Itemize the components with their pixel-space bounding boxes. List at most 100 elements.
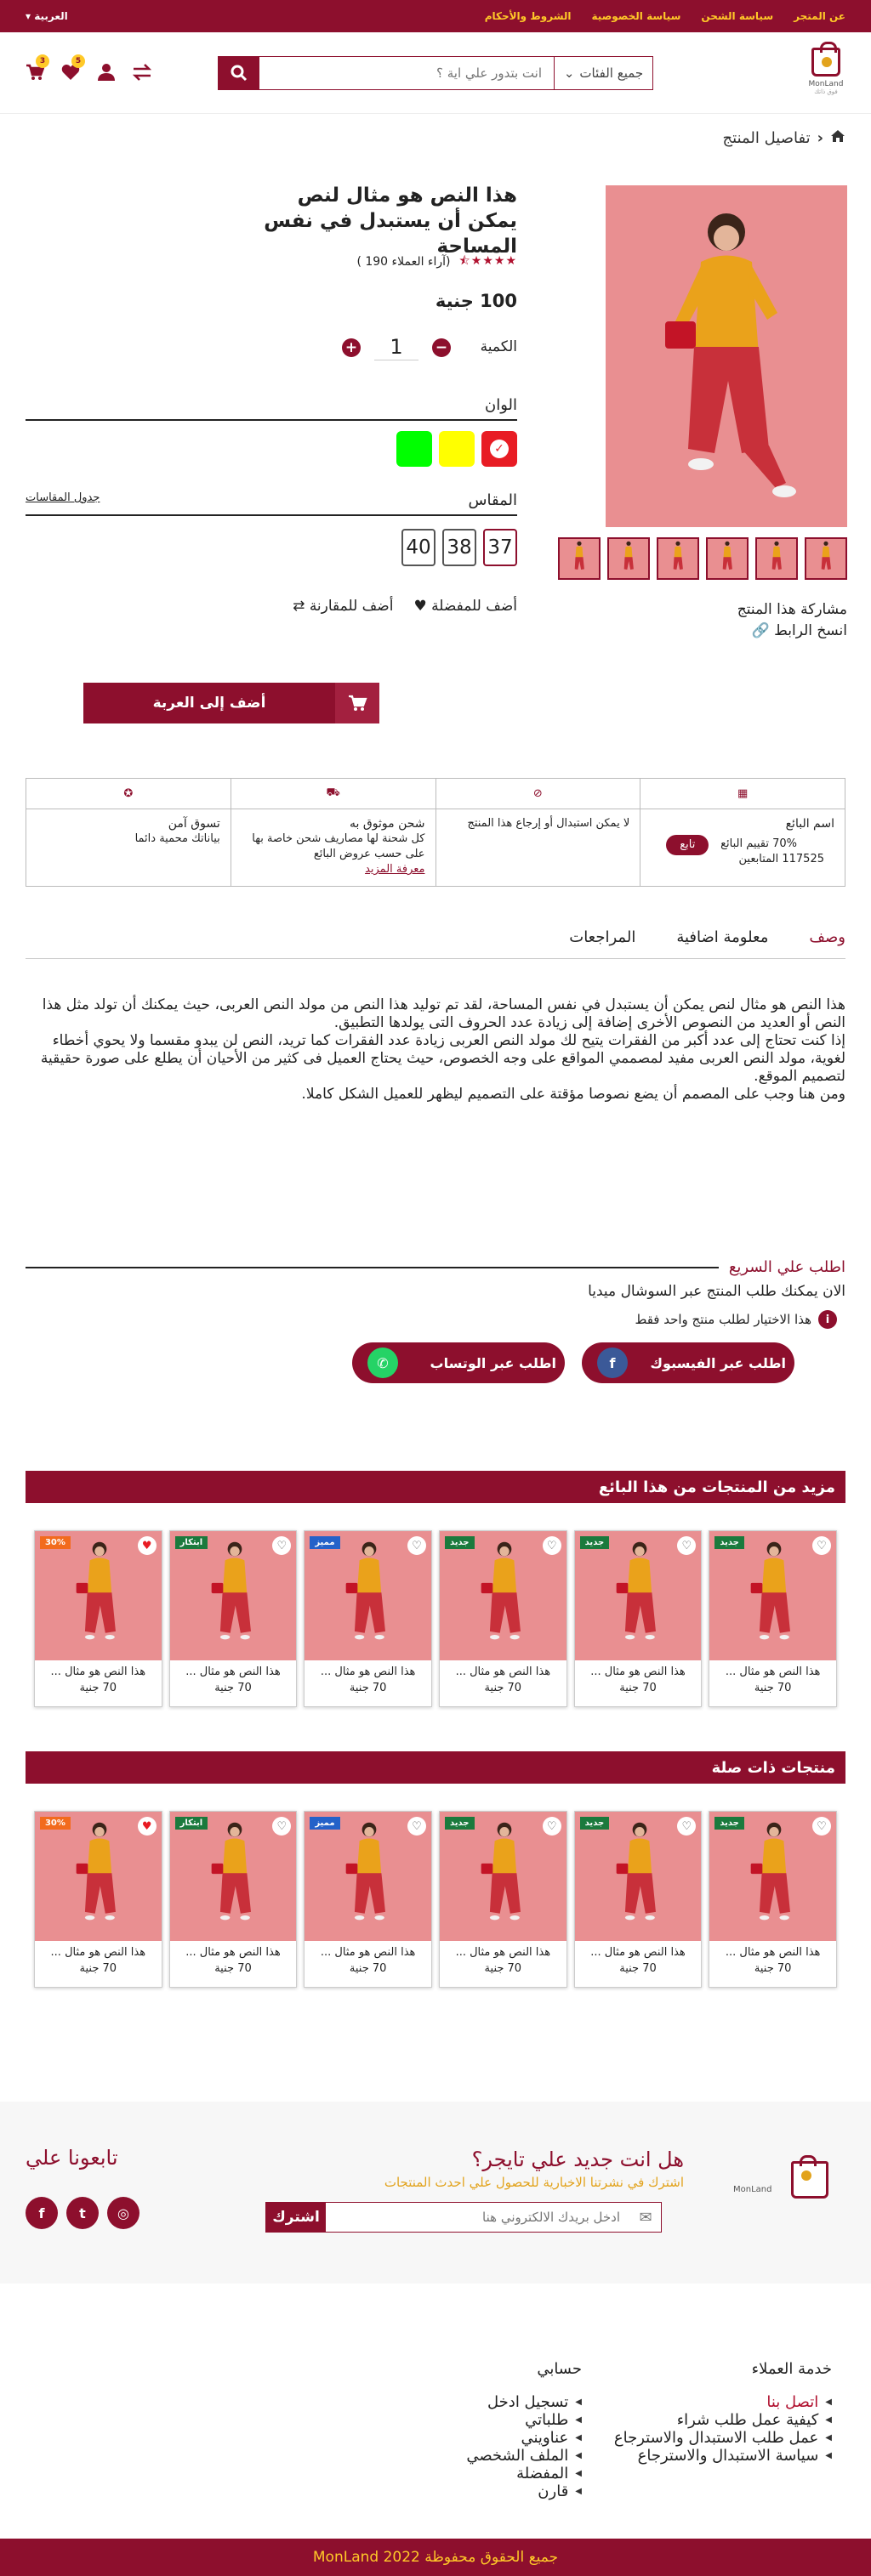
heart-icon[interactable]: ♥: [137, 1536, 157, 1555]
category-select[interactable]: جميع الفئات ⌄: [554, 57, 652, 89]
size-option[interactable]: 37: [483, 529, 517, 566]
cart-button[interactable]: 3: [24, 54, 49, 83]
product-card-name[interactable]: هذا النص هو مثال ...: [440, 1660, 566, 1678]
product-card-name[interactable]: هذا النص هو مثال ...: [35, 1660, 162, 1678]
product-card-name[interactable]: هذا النص هو مثال ...: [170, 1660, 297, 1678]
account-button[interactable]: [95, 61, 117, 83]
color-swatch[interactable]: [396, 431, 432, 467]
product-card[interactable]: ابتكار ♡ هذا النص هو مثال ... 70 جنية: [168, 1811, 298, 1988]
add-favorite-button[interactable]: أضف للمفضلة ♥: [413, 598, 517, 615]
product-card-image[interactable]: 30% ♥: [34, 1531, 162, 1660]
product-card[interactable]: مميز ♡ هذا النص هو مثال ... 70 جنية: [304, 1530, 432, 1707]
product-main-image[interactable]: [606, 185, 847, 527]
home-icon[interactable]: [830, 129, 845, 147]
product-card-image[interactable]: جديد ♡: [709, 1531, 836, 1660]
order-via-facebook-button[interactable]: اطلب عبر الفيسبوك f: [582, 1342, 794, 1383]
heart-icon[interactable]: ♡: [407, 1817, 426, 1836]
email-field[interactable]: [326, 2203, 630, 2232]
product-card-image[interactable]: مميز ♡: [305, 1531, 431, 1660]
footer-link[interactable]: عمل طلب الاستبدال والاسترجاع: [614, 2429, 832, 2447]
tab-description[interactable]: وصف: [809, 928, 845, 946]
product-card-name[interactable]: هذا النص هو مثال ...: [170, 1941, 297, 1959]
heart-icon[interactable]: ♡: [677, 1817, 697, 1836]
top-link-shipping[interactable]: سياسة الشحن: [701, 10, 773, 22]
add-to-cart-button[interactable]: أضف إلى العربة: [83, 683, 379, 723]
heart-icon[interactable]: ♡: [542, 1536, 561, 1555]
product-card[interactable]: جديد ♡ هذا النص هو مثال ... 70 جنية: [709, 1530, 837, 1707]
heart-icon[interactable]: ♥: [137, 1817, 157, 1836]
product-card-image[interactable]: ابتكار ♡: [169, 1812, 297, 1941]
search-input[interactable]: [259, 57, 554, 89]
footer-link[interactable]: طلباتي: [466, 2411, 582, 2429]
tab-additional-info[interactable]: معلومة اضافية: [676, 928, 768, 946]
heart-icon[interactable]: ♡: [542, 1817, 561, 1836]
footer-link[interactable]: الملف الشخصي: [466, 2447, 582, 2465]
product-card-image[interactable]: 30% ♥: [34, 1812, 162, 1941]
product-card-name[interactable]: هذا النص هو مثال ...: [709, 1941, 836, 1959]
tab-reviews[interactable]: المراجعات: [569, 928, 635, 946]
add-compare-button[interactable]: أضف للمقارنة ⇄: [293, 598, 393, 615]
language-selector[interactable]: العربية ▾: [26, 10, 68, 22]
product-card[interactable]: جديد ♡ هذا النص هو مثال ... 70 جنية: [709, 1811, 837, 1988]
color-swatch[interactable]: ✓: [481, 431, 517, 467]
size-chart-link[interactable]: جدول المقاسات: [26, 491, 100, 504]
product-thumbnail[interactable]: [558, 537, 601, 580]
heart-icon[interactable]: ♡: [812, 1817, 831, 1836]
product-card[interactable]: جديد ♡ هذا النص هو مثال ... 70 جنية: [438, 1530, 567, 1707]
product-card[interactable]: ابتكار ♡ هذا النص هو مثال ... 70 جنية: [168, 1530, 298, 1707]
heart-icon[interactable]: ♡: [272, 1817, 292, 1836]
product-card-name[interactable]: هذا النص هو مثال ...: [709, 1660, 836, 1678]
site-logo[interactable]: MonLand فوق ذاتك: [805, 42, 847, 100]
product-card-name[interactable]: هذا النص هو مثال ...: [305, 1941, 431, 1959]
instagram-icon[interactable]: ◎: [107, 2197, 139, 2229]
footer-link[interactable]: المفضلة: [466, 2465, 582, 2482]
follow-seller-button[interactable]: تابع: [666, 835, 709, 855]
increase-quantity-button[interactable]: +: [342, 338, 361, 357]
product-card-image[interactable]: جديد ♡: [439, 1812, 566, 1941]
product-thumbnail[interactable]: [657, 537, 699, 580]
heart-icon[interactable]: ♡: [677, 1536, 697, 1555]
product-card[interactable]: 30% ♥ هذا النص هو مثال ... 70 جنية: [33, 1811, 162, 1988]
product-card-name[interactable]: هذا النص هو مثال ...: [35, 1941, 162, 1959]
footer-link[interactable]: اتصل بنا: [614, 2393, 832, 2411]
heart-icon[interactable]: ♡: [812, 1536, 831, 1555]
heart-icon[interactable]: ♡: [272, 1536, 292, 1555]
product-card[interactable]: جديد ♡ هذا النص هو مثال ... 70 جنية: [438, 1811, 567, 1988]
footer-link[interactable]: كيفية عمل طلب شراء: [614, 2411, 832, 2429]
size-option[interactable]: 38: [442, 529, 476, 566]
size-option[interactable]: 40: [401, 529, 436, 566]
wishlist-button[interactable]: 5: [60, 54, 85, 83]
heart-icon[interactable]: ♡: [407, 1536, 426, 1555]
product-card-image[interactable]: جديد ♡: [709, 1812, 836, 1941]
search-button[interactable]: [219, 57, 259, 89]
product-thumbnail[interactable]: [805, 537, 847, 580]
twitter-icon[interactable]: t: [66, 2197, 99, 2229]
color-swatch[interactable]: [439, 431, 475, 467]
product-card[interactable]: 30% ♥ هذا النص هو مثال ... 70 جنية: [33, 1530, 162, 1707]
top-link-terms[interactable]: الشروط والأحكام: [485, 10, 572, 22]
rating-count[interactable]: (آراء العملاء 190 ): [356, 255, 450, 269]
quantity-value[interactable]: 1: [374, 335, 418, 360]
copy-link-button[interactable]: انسخ الرابط 🔗: [737, 621, 847, 642]
product-card-image[interactable]: ابتكار ♡: [169, 1531, 297, 1660]
top-link-privacy[interactable]: سياسة الخصوصية: [592, 10, 681, 22]
facebook-icon[interactable]: f: [26, 2197, 58, 2229]
footer-link[interactable]: سياسة الاستبدال والاسترجاع: [614, 2447, 832, 2465]
product-card-name[interactable]: هذا النص هو مثال ...: [575, 1941, 702, 1959]
product-card-image[interactable]: جديد ♡: [574, 1531, 702, 1660]
learn-more-link[interactable]: معرفة المزيد: [242, 862, 424, 877]
product-card-image[interactable]: جديد ♡: [574, 1812, 702, 1941]
product-card-image[interactable]: جديد ♡: [439, 1531, 566, 1660]
order-via-whatsapp-button[interactable]: اطلب عبر الوتساب ✆: [352, 1342, 565, 1383]
subscribe-button[interactable]: اشترك: [266, 2203, 326, 2232]
product-card-name[interactable]: هذا النص هو مثال ...: [575, 1660, 702, 1678]
product-card-image[interactable]: مميز ♡: [305, 1812, 431, 1941]
decrease-quantity-button[interactable]: −: [432, 338, 451, 357]
product-thumbnail[interactable]: [755, 537, 798, 580]
product-card[interactable]: جديد ♡ هذا النص هو مثال ... 70 جنية: [573, 1530, 703, 1707]
product-thumbnail[interactable]: [607, 537, 650, 580]
product-card-name[interactable]: هذا النص هو مثال ...: [305, 1660, 431, 1678]
product-card[interactable]: جديد ♡ هذا النص هو مثال ... 70 جنية: [573, 1811, 703, 1988]
compare-button[interactable]: [131, 61, 153, 83]
top-link-about[interactable]: عن المتجر: [794, 10, 845, 22]
